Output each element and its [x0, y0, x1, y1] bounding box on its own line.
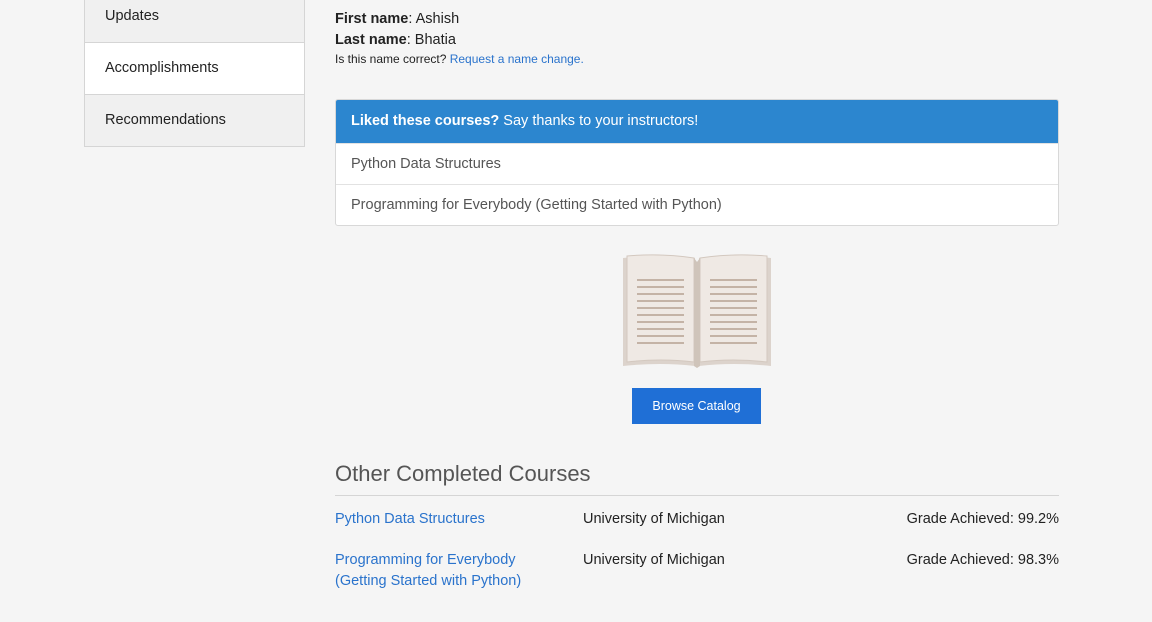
- thank-instructors-header: Liked these courses? Say thanks to your …: [336, 100, 1058, 143]
- first-name-value: Ashish: [415, 11, 460, 27]
- other-completed-courses-title: Other Completed Courses: [335, 461, 1059, 496]
- last-name-value: Bhatia: [414, 32, 456, 48]
- course-university: University of Michigan: [583, 552, 725, 568]
- course-grade: Grade Achieved: 99.2%: [906, 511, 1059, 527]
- thank-instructors-card: Liked these courses? Say thanks to your …: [335, 99, 1059, 226]
- sidebar-item-updates[interactable]: Updates: [85, 0, 304, 42]
- course-link[interactable]: Programming for Everybody (Getting Start…: [335, 550, 555, 592]
- name-question: Is this name correct?: [335, 52, 447, 66]
- course-university: University of Michigan: [583, 511, 725, 527]
- name-note: Is this name correct? Request a name cha…: [335, 52, 584, 66]
- browse-catalog-button[interactable]: Browse Catalog: [632, 388, 761, 424]
- request-name-change-link[interactable]: Request a name change.: [450, 52, 584, 66]
- course-link[interactable]: Python Data Structures: [335, 509, 555, 530]
- thanks-course-item[interactable]: Python Data Structures: [336, 143, 1058, 184]
- sidebar-item-accomplishments[interactable]: Accomplishments: [85, 42, 304, 94]
- first-name-line: First name: Ashish: [335, 11, 460, 27]
- course-grade: Grade Achieved: 98.3%: [906, 552, 1059, 568]
- thanks-heading-bold: Liked these courses?: [351, 113, 500, 129]
- name-block: First name: Ashish Last name: Bhatia Is …: [335, 9, 584, 66]
- last-name-line: Last name: Bhatia: [335, 32, 456, 48]
- thanks-heading-rest: Say thanks to your instructors!: [499, 113, 699, 129]
- open-book-icon: [621, 254, 773, 373]
- thanks-course-item[interactable]: Programming for Everybody (Getting Start…: [336, 184, 1058, 225]
- first-name-label: First name: [335, 11, 409, 27]
- last-name-label: Last name: [335, 32, 407, 48]
- sidebar-nav: Updates Accomplishments Recommendations: [84, 0, 305, 147]
- sidebar-item-recommendations[interactable]: Recommendations: [85, 94, 304, 146]
